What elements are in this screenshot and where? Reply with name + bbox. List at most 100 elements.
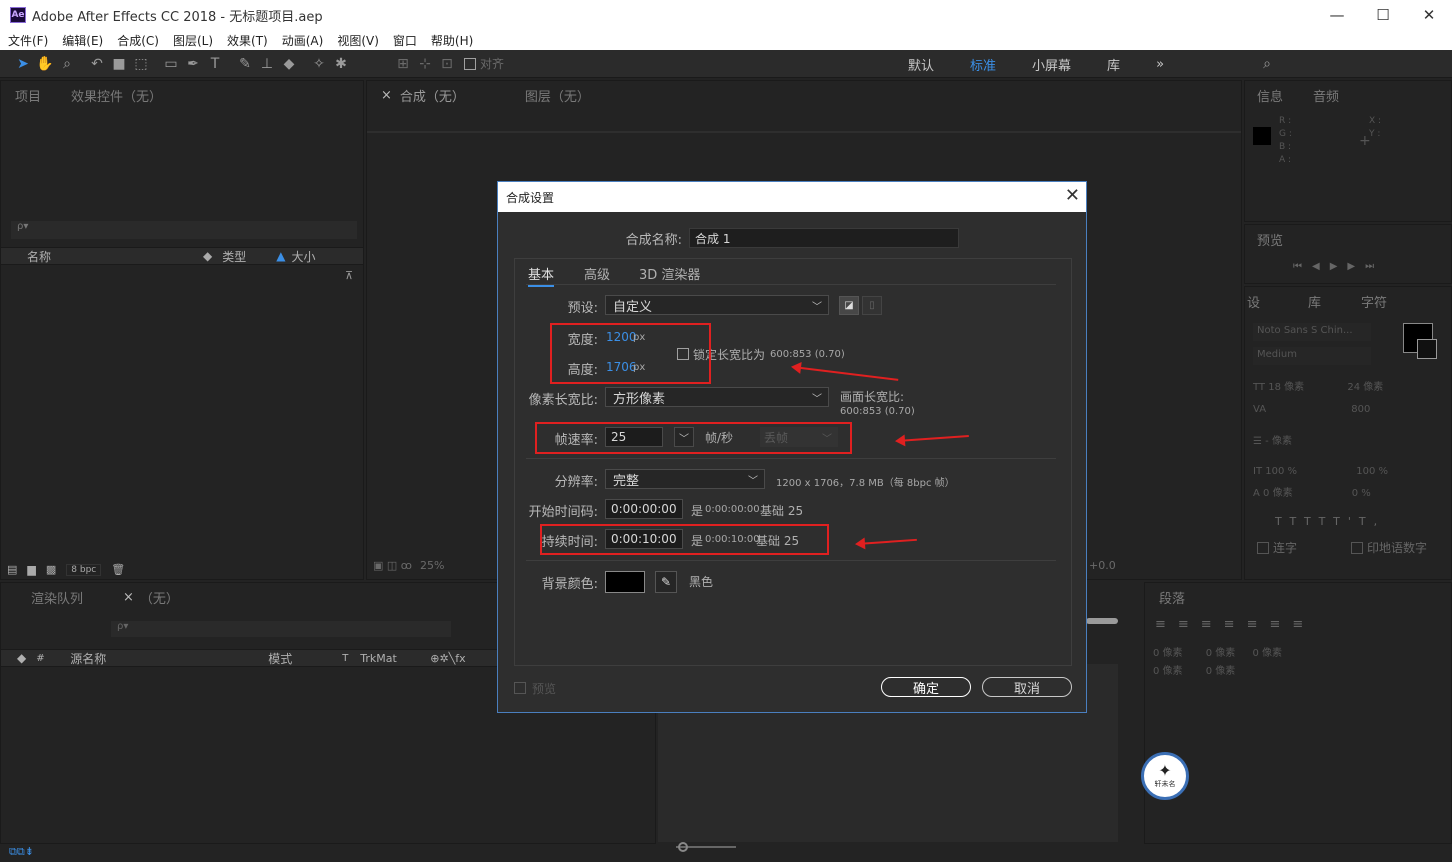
- menu-animation[interactable]: 动画(A): [282, 32, 324, 49]
- comp-name-input[interactable]: 合成 1: [689, 228, 959, 248]
- interpret-footage-icon[interactable]: ▤: [7, 563, 17, 576]
- new-folder-icon[interactable]: ▆: [27, 563, 35, 576]
- vertical-scale-value[interactable]: 100 %: [1265, 466, 1297, 477]
- menu-layer[interactable]: 图层(L): [173, 32, 213, 49]
- selection-tool-icon[interactable]: ➤: [12, 53, 34, 75]
- tab-render-queue[interactable]: 渲染队列: [31, 588, 83, 607]
- indent-right-value[interactable]: 0 像素: [1206, 648, 1236, 659]
- ligature-checkbox[interactable]: [1257, 541, 1269, 554]
- flowchart-icon[interactable]: ⊼: [345, 269, 353, 282]
- puppet-tool-icon[interactable]: ✱: [330, 53, 352, 75]
- workspace-small-screen[interactable]: 小屏幕: [1032, 55, 1071, 74]
- save-preset-icon[interactable]: ◪: [839, 296, 859, 315]
- hand-tool-icon[interactable]: ✋: [34, 53, 56, 75]
- baseline-value[interactable]: 0 像素: [1263, 488, 1293, 499]
- leading-value[interactable]: 24 像素: [1347, 382, 1383, 393]
- pen-tool-icon[interactable]: ✒: [182, 53, 204, 75]
- clone-stamp-tool-icon[interactable]: ⊥: [256, 53, 278, 75]
- menu-composition[interactable]: 合成(C): [117, 32, 159, 49]
- space-before-value[interactable]: 0 像素: [1153, 666, 1183, 677]
- menu-file[interactable]: 文件(F): [8, 32, 48, 49]
- rectangle-tool-icon[interactable]: ▭: [160, 53, 182, 75]
- bpc-button[interactable]: 8 bpc: [66, 563, 102, 576]
- indent-left-value[interactable]: 0 像素: [1153, 648, 1183, 659]
- tab-project[interactable]: 项目: [15, 86, 41, 105]
- brush-tool-icon[interactable]: ✎: [234, 53, 256, 75]
- tab-composition[interactable]: 合成（无）: [400, 86, 495, 105]
- dialog-close-button[interactable]: ✕: [1065, 186, 1080, 206]
- cancel-button[interactable]: 取消: [982, 677, 1072, 697]
- ok-button[interactable]: 确定: [881, 677, 971, 697]
- tab-audio[interactable]: 音频: [1313, 86, 1339, 105]
- workspace-more-icon[interactable]: »: [1156, 57, 1164, 72]
- camera-tool-icon[interactable]: ■: [108, 53, 130, 75]
- stroke-color-swatch[interactable]: [1417, 339, 1437, 359]
- stroke-width-value[interactable]: - 像素: [1265, 436, 1292, 447]
- tab-effect-controls[interactable]: 效果控件（无）: [71, 86, 162, 105]
- workspace-default[interactable]: 默认: [908, 55, 934, 74]
- menu-help[interactable]: 帮助(H): [431, 32, 473, 49]
- axis-world-icon[interactable]: ⊹: [414, 53, 436, 75]
- delete-icon[interactable]: 🗑: [111, 563, 125, 576]
- zoom-tool-icon[interactable]: ⌕: [56, 53, 78, 75]
- tab-layer[interactable]: 图层（无）: [525, 86, 590, 105]
- time-zoom-slider[interactable]: [1086, 618, 1118, 624]
- zoom-level[interactable]: 25%: [420, 559, 444, 572]
- exposure-value[interactable]: +0.0: [1089, 559, 1116, 572]
- menu-effect[interactable]: 效果(T): [227, 32, 268, 49]
- project-search-input[interactable]: ρ▾: [11, 221, 357, 239]
- tab-effects-short[interactable]: 设: [1247, 292, 1260, 311]
- font-style-select[interactable]: Medium: [1253, 347, 1371, 365]
- close-timeline-tab-icon[interactable]: ×: [123, 590, 134, 605]
- timeline-search-input[interactable]: ρ▾: [111, 621, 451, 637]
- alignment-buttons[interactable]: ≡≡≡≡≡≡≡: [1155, 617, 1315, 632]
- resolution-select[interactable]: 完整 ﹀: [605, 469, 765, 489]
- maximize-button[interactable]: ☐: [1360, 0, 1406, 30]
- pan-behind-tool-icon[interactable]: ⬚: [130, 53, 152, 75]
- preview-checkbox[interactable]: [514, 682, 526, 694]
- column-t[interactable]: T: [342, 653, 360, 664]
- minimize-button[interactable]: —: [1314, 0, 1360, 30]
- column-source-name[interactable]: 源名称: [70, 650, 268, 667]
- timeline-footer-icons[interactable]: ⧉⧉⇟: [9, 845, 34, 859]
- tab-advanced[interactable]: 高级: [584, 264, 610, 283]
- space-after-value[interactable]: 0 像素: [1206, 666, 1236, 677]
- tab-3d-renderer[interactable]: 3D 渲染器: [639, 264, 700, 283]
- playback-controls-icon[interactable]: ⏮◀▶▶⏭: [1293, 261, 1384, 272]
- close-comp-tab-icon[interactable]: ×: [381, 88, 392, 103]
- workspace-library[interactable]: 库: [1107, 55, 1120, 74]
- menu-view[interactable]: 视图(V): [337, 32, 379, 49]
- comp-footer-icons[interactable]: ▣ ◫ ꝏ: [373, 559, 412, 572]
- column-name[interactable]: 名称: [27, 248, 203, 265]
- column-mode[interactable]: 模式: [268, 650, 342, 667]
- menu-edit[interactable]: 编辑(E): [62, 32, 103, 49]
- close-button[interactable]: ✕: [1406, 0, 1452, 30]
- start-timecode-input[interactable]: 0:00:00:00: [605, 499, 683, 519]
- axis-local-icon[interactable]: ⊞: [392, 53, 414, 75]
- column-size[interactable]: 大小: [291, 248, 315, 265]
- pixel-aspect-select[interactable]: 方形像素 ﹀: [605, 387, 829, 407]
- rotate-tool-icon[interactable]: ↶: [86, 53, 108, 75]
- type-tool-icon[interactable]: T: [204, 53, 226, 75]
- horizontal-scale-value[interactable]: 100 %: [1356, 466, 1388, 477]
- new-comp-icon[interactable]: ▩: [46, 563, 56, 576]
- paragraph-title[interactable]: 段落: [1159, 588, 1185, 607]
- tab-library[interactable]: 库: [1308, 292, 1321, 311]
- column-type[interactable]: 类型: [222, 248, 276, 265]
- zoom-slider-handle[interactable]: [678, 842, 688, 852]
- menu-window[interactable]: 窗口: [393, 32, 417, 49]
- tab-timeline-none[interactable]: （无）: [140, 588, 179, 607]
- background-color-swatch[interactable]: [605, 571, 645, 593]
- font-family-select[interactable]: Noto Sans S Chin...: [1253, 323, 1371, 341]
- text-style-buttons[interactable]: TTTTT'T,: [1275, 515, 1385, 528]
- workspace-standard[interactable]: 标准: [970, 55, 996, 74]
- column-number[interactable]: #: [36, 653, 70, 664]
- hindi-digits-checkbox[interactable]: [1351, 541, 1364, 554]
- search-help-icon[interactable]: ⌕: [1256, 53, 1278, 75]
- tab-character[interactable]: 字符: [1361, 292, 1387, 311]
- delete-preset-icon[interactable]: ▯: [862, 296, 882, 315]
- indent-first-value[interactable]: 0 像素: [1252, 648, 1282, 659]
- roto-brush-tool-icon[interactable]: ✧: [308, 53, 330, 75]
- column-trkmat[interactable]: TrkMat: [360, 652, 430, 665]
- axis-view-icon[interactable]: ⊡: [436, 53, 458, 75]
